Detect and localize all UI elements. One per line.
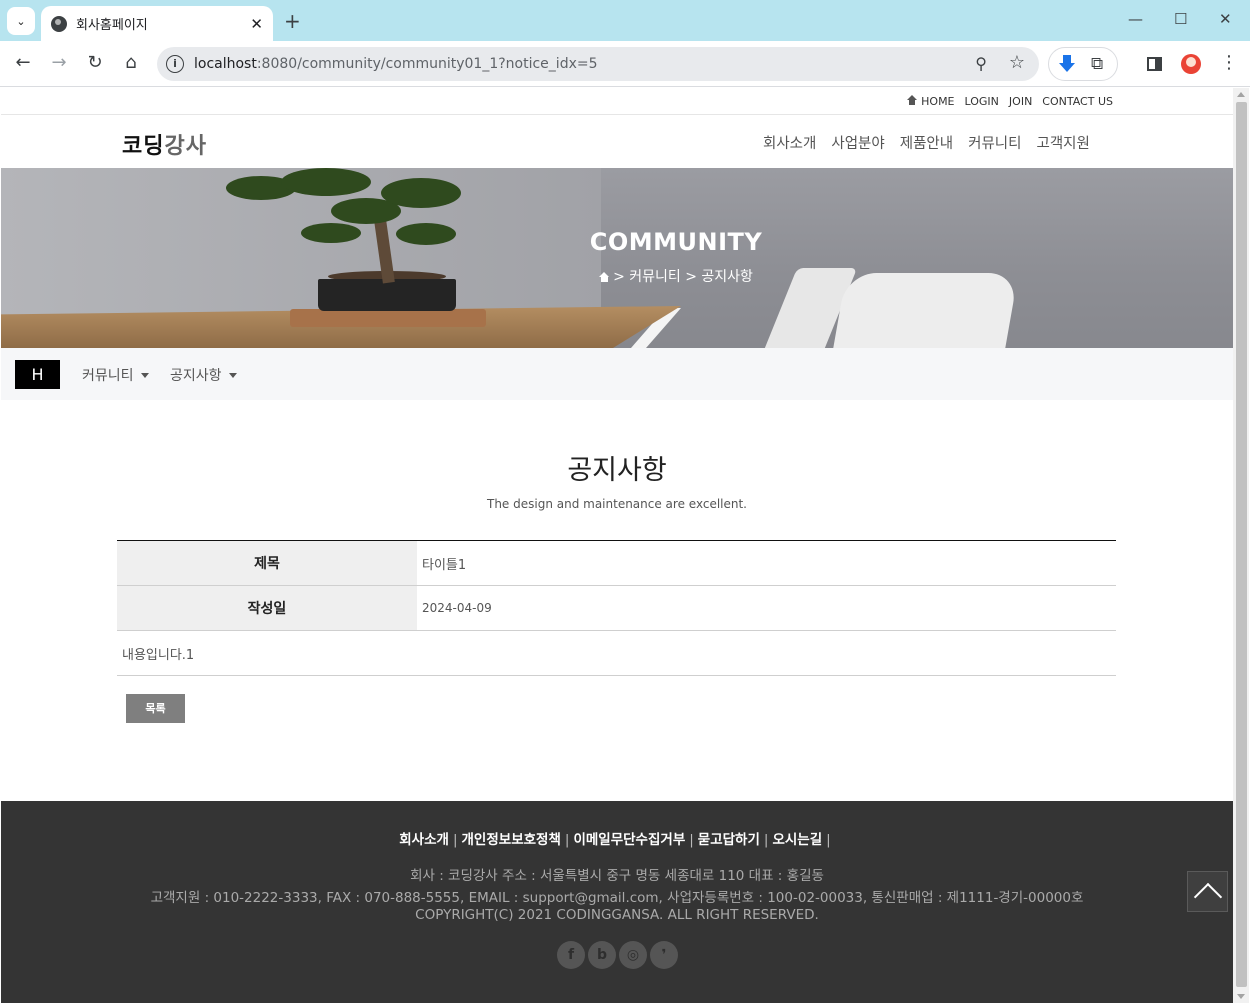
- browser-tab[interactable]: 회사홈페이지 ✕: [41, 6, 273, 41]
- hero-banner: COMMUNITY > 커뮤니티 > 공지사항: [1, 168, 1233, 348]
- minimize-icon[interactable]: —: [1128, 10, 1143, 28]
- window-close-icon[interactable]: ✕: [1219, 10, 1232, 28]
- notice-content: 내용입니다.1: [122, 647, 195, 663]
- title-value: 타이틀1: [422, 557, 467, 573]
- blog-icon[interactable]: b: [588, 941, 616, 969]
- address-bar[interactable]: i localhost:8080/community/community01_1…: [157, 47, 1039, 81]
- title-label: 제목: [117, 541, 417, 585]
- main-nav: 회사소개 사업분야 제품안내 커뮤니티 고객지원: [763, 132, 1090, 153]
- contact-link[interactable]: CONTACT US: [1042, 95, 1113, 108]
- utility-bar: HOME LOGIN JOIN CONTACT US: [1, 88, 1233, 115]
- side-panel-icon[interactable]: [1147, 57, 1162, 71]
- info-icon[interactable]: i: [166, 55, 184, 73]
- sub-navigation: H 커뮤니티 공지사항: [1, 348, 1233, 400]
- home-icon[interactable]: [599, 272, 610, 282]
- footer-contact-info: 고객지원 : 010-2222-3333, FAX : 070-888-5555…: [150, 890, 1084, 906]
- list-button[interactable]: 목록: [126, 694, 185, 723]
- tab-search-icon[interactable]: ⌄: [7, 7, 35, 35]
- table-row: 제목 타이틀1: [117, 541, 1116, 586]
- globe-icon: [51, 15, 67, 32]
- menu-icon[interactable]: ⋮: [1220, 52, 1238, 73]
- caret-down-icon: [228, 373, 237, 378]
- reload-icon[interactable]: ↻: [83, 52, 107, 73]
- footer-link-directions[interactable]: 오시는길: [772, 832, 822, 848]
- page-scrollbar[interactable]: [1233, 88, 1249, 1003]
- date-value: 2024-04-09: [422, 601, 492, 615]
- nav-item-products[interactable]: 제품안내: [900, 132, 953, 153]
- zoom-icon[interactable]: ⚲: [975, 54, 987, 73]
- hero-title: COMMUNITY: [589, 228, 763, 256]
- breadcrumb: > 커뮤니티 > 공지사항: [1, 266, 1233, 286]
- page-subtitle: The design and maintenance are excellent…: [486, 497, 747, 511]
- plus-icon[interactable]: +: [284, 9, 301, 33]
- date-label: 작성일: [117, 586, 417, 630]
- caret-down-icon: [140, 373, 149, 378]
- tab-title: 회사홈페이지: [76, 18, 148, 33]
- back-icon[interactable]: ←: [11, 52, 35, 73]
- nav-item-support[interactable]: 고객지원: [1037, 132, 1090, 153]
- footer-link-privacy[interactable]: 개인정보보호정책: [462, 832, 561, 848]
- site-logo[interactable]: 코딩강사: [122, 128, 207, 160]
- footer-link-qna[interactable]: 묻고답하기: [698, 832, 760, 848]
- url-text: localhost:8080/community/community01_1?n…: [194, 56, 598, 72]
- kakao-icon[interactable]: ❜: [650, 941, 678, 969]
- page-title: 공지사항: [567, 455, 667, 486]
- browser-toolbar: ← → ↻ ⌂ i localhost:8080/community/commu…: [0, 41, 1250, 87]
- scroll-down-arrow-icon[interactable]: [1237, 994, 1245, 999]
- scroll-to-top-button[interactable]: [1187, 871, 1228, 912]
- subnav-home-button[interactable]: H: [15, 360, 60, 389]
- footer-links: 회사소개 | 개인정보보호정책 | 이메일무단수집거부 | 묻고답하기 | 오시는길 |: [399, 832, 831, 848]
- subnav-dropdown-notice[interactable]: 공지사항: [170, 365, 237, 385]
- close-icon[interactable]: ✕: [250, 15, 263, 33]
- profile-avatar[interactable]: [1181, 54, 1201, 74]
- footer-link-email-policy[interactable]: 이메일무단수집거부: [573, 832, 685, 848]
- home-icon: [907, 95, 918, 105]
- nav-item-business[interactable]: 사업분야: [831, 132, 884, 153]
- social-links: f b ◎ ❜: [557, 941, 678, 969]
- footer-copyright: COPYRIGHT(C) 2021 CODINGGANSA. ALL RIGHT…: [415, 907, 819, 923]
- maximize-icon[interactable]: ☐: [1174, 10, 1187, 28]
- notice-detail-table: 제목 타이틀1 작성일 2024-04-09 내용입니다.1: [117, 540, 1116, 676]
- forward-icon[interactable]: →: [47, 52, 71, 73]
- site-header: 코딩강사 회사소개 사업분야 제품안내 커뮤니티 고객지원: [1, 115, 1233, 168]
- instagram-icon[interactable]: ◎: [619, 941, 647, 969]
- browser-tab-strip: ⌄ 회사홈페이지 ✕ + — ☐ ✕: [0, 0, 1250, 41]
- star-icon[interactable]: ☆: [1009, 52, 1025, 73]
- table-row: 작성일 2024-04-09: [117, 586, 1116, 631]
- footer-company-info: 회사 : 코딩강사 주소 : 서울특별시 중구 명동 세종대로 110 대표 :…: [410, 868, 824, 884]
- scrollbar-thumb[interactable]: [1236, 102, 1247, 987]
- download-extension-icon[interactable]: [1059, 55, 1075, 73]
- extensions-group: ⧉: [1048, 47, 1118, 81]
- subnav-dropdown-community[interactable]: 커뮤니티: [82, 365, 149, 385]
- login-link[interactable]: LOGIN: [965, 95, 999, 108]
- scroll-up-arrow-icon[interactable]: [1237, 92, 1245, 97]
- table-row: 내용입니다.1: [117, 631, 1116, 676]
- facebook-icon[interactable]: f: [557, 941, 585, 969]
- nav-item-company[interactable]: 회사소개: [763, 132, 816, 153]
- page-viewport: HOME LOGIN JOIN CONTACT US 코딩강사 회사소개 사업분…: [1, 88, 1233, 1003]
- nav-item-community[interactable]: 커뮤니티: [968, 132, 1021, 153]
- join-link[interactable]: JOIN: [1009, 95, 1032, 108]
- footer-link-company[interactable]: 회사소개: [399, 832, 449, 848]
- site-footer: 회사소개 | 개인정보보호정책 | 이메일무단수집거부 | 묻고답하기 | 오시는길 | 회사 :…: [1, 801, 1233, 1003]
- home-icon[interactable]: ⌂: [119, 52, 143, 73]
- puzzle-icon[interactable]: ⧉: [1091, 54, 1103, 74]
- home-link[interactable]: HOME: [907, 95, 955, 108]
